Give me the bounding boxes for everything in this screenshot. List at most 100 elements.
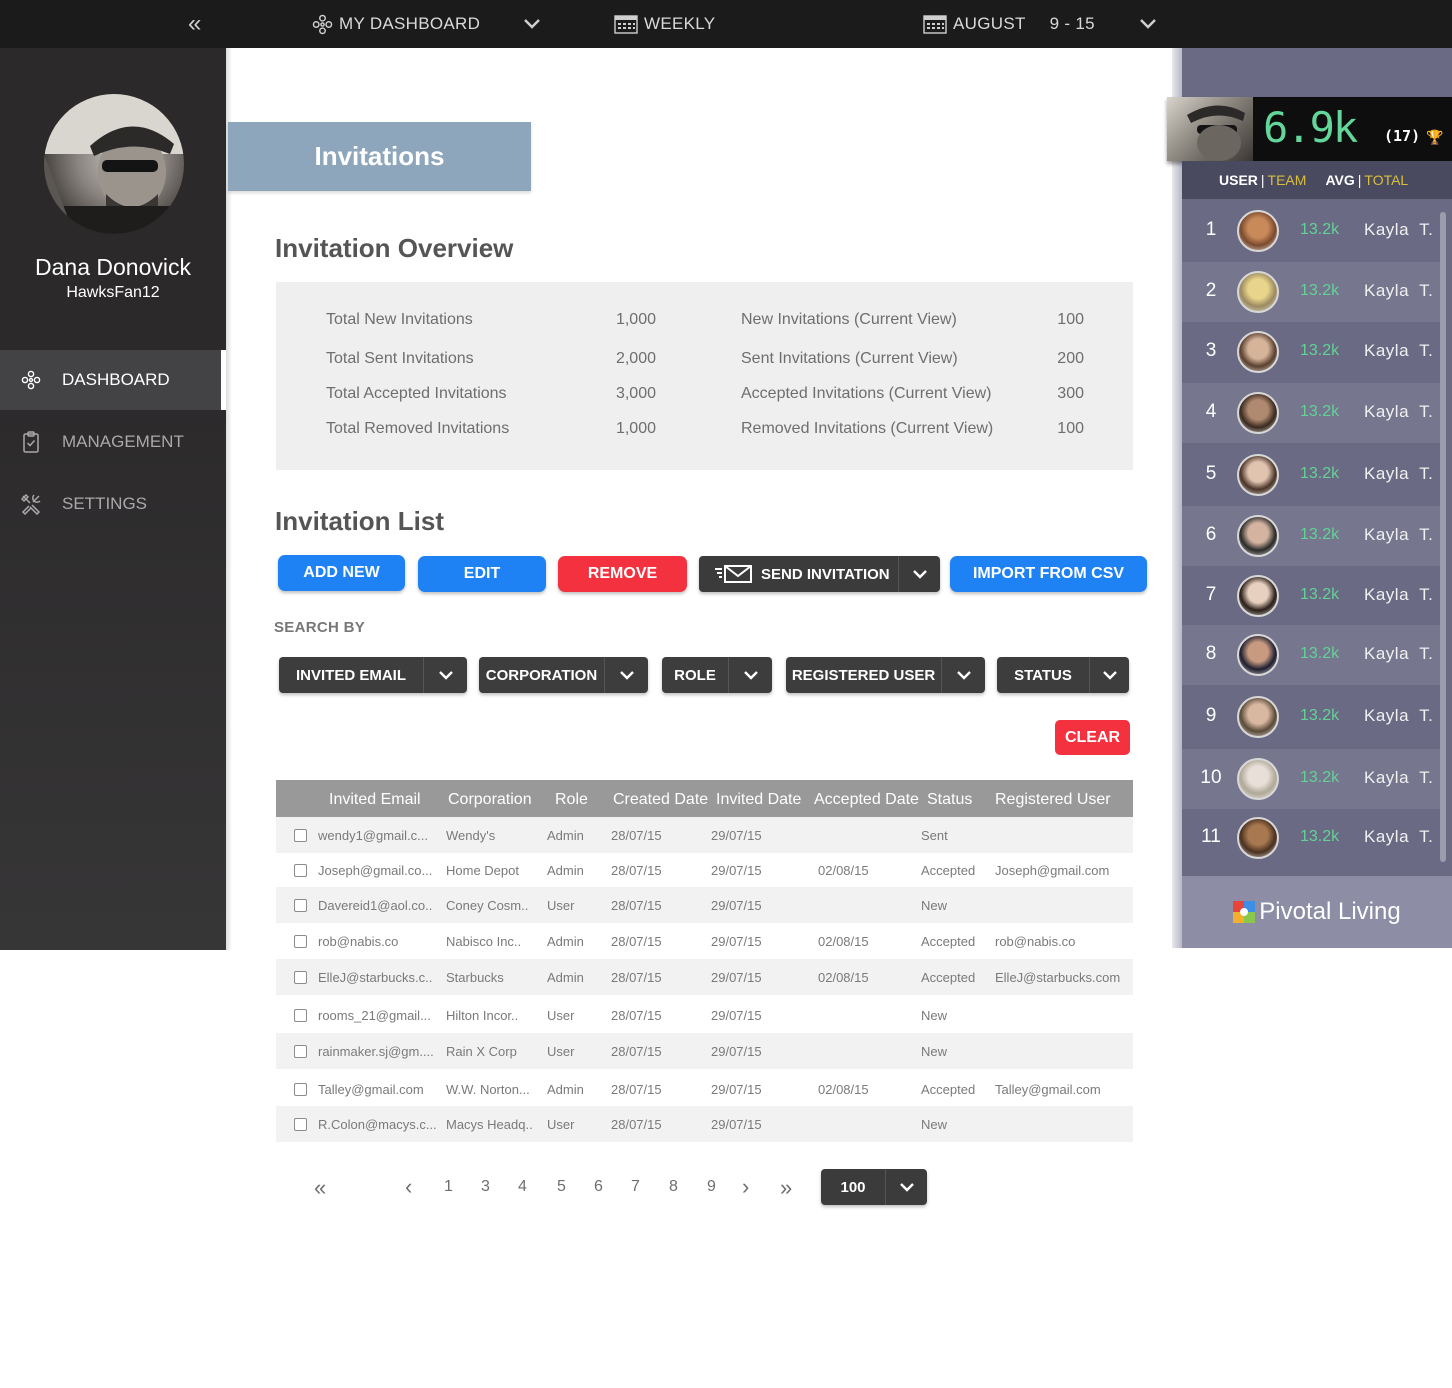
nav-item-dashboard[interactable]: DASHBOARD: [0, 350, 226, 410]
table-cell: 29/07/15: [711, 1117, 762, 1132]
table-row[interactable]: rooms_21@gmail... Hilton Incor.. User 28/07…: [276, 997, 1133, 1033]
send-invitation-label: SEND INVITATION: [761, 565, 890, 583]
column-header[interactable]: Registered User: [995, 791, 1111, 809]
avatar: [1237, 634, 1279, 676]
leaderboard-row[interactable]: 1 13.2k Kayla T.: [1182, 201, 1440, 261]
toggle-team[interactable]: TEAM: [1268, 172, 1307, 188]
date-range-selector[interactable]: AUGUST 9 - 15: [923, 0, 1095, 48]
page-link[interactable]: 4: [518, 1178, 527, 1196]
leaderboard-rank: 3: [1205, 340, 1217, 361]
send-invitation-dropdown[interactable]: [898, 556, 940, 592]
edit-button[interactable]: EDIT: [418, 556, 546, 592]
page-link[interactable]: 8: [669, 1178, 678, 1196]
overview-panel: Total New Invitations 1,000 Total Sent I…: [276, 282, 1133, 470]
table-row[interactable]: Joseph@gmail.co... Home Depot Admin 28/07/1…: [276, 852, 1133, 888]
column-header[interactable]: Invited Email: [329, 791, 421, 809]
row-checkbox[interactable]: [294, 1083, 307, 1096]
leaderboard-row[interactable]: 2 13.2k Kayla T.: [1182, 262, 1440, 322]
row-checkbox[interactable]: [294, 971, 307, 984]
weekly-selector[interactable]: WEEKLY: [614, 0, 715, 48]
table-cell: Joseph@gmail.co...: [318, 863, 433, 878]
table-row[interactable]: rob@nabis.co Nabisco Inc.. Admin 28/07/15 29…: [276, 923, 1133, 959]
toggle-total[interactable]: TOTAL: [1364, 172, 1408, 188]
row-checkbox[interactable]: [294, 935, 307, 948]
leaderboard-name: Kayla T.: [1364, 525, 1434, 544]
leaderboard-row[interactable]: 6 13.2k Kayla T.: [1182, 506, 1440, 566]
page-link[interactable]: 3: [481, 1178, 490, 1196]
per-page-select[interactable]: 100: [821, 1169, 927, 1205]
filter-corporation[interactable]: CORPORATION: [479, 657, 648, 693]
month-label: AUGUST: [953, 14, 1026, 33]
remove-button[interactable]: REMOVE: [558, 556, 687, 592]
filter-role[interactable]: ROLE: [662, 657, 772, 693]
import-csv-button[interactable]: IMPORT FROM CSV: [950, 556, 1147, 592]
page-link[interactable]: 9: [707, 1178, 716, 1196]
date-range-dropdown[interactable]: [1139, 0, 1163, 48]
toggle-avg[interactable]: AVG: [1325, 172, 1354, 188]
dashboard-dropdown[interactable]: [523, 0, 547, 48]
list-title: Invitation List: [275, 506, 444, 536]
page-link[interactable]: 5: [557, 1178, 566, 1196]
table-row[interactable]: ElleJ@starbucks.c.. Starbucks Admin 28/07/1…: [276, 959, 1133, 995]
row-checkbox[interactable]: [294, 829, 307, 842]
filter-invited-email[interactable]: INVITED EMAIL: [279, 657, 467, 693]
leaderboard-row[interactable]: 4 13.2k Kayla T.: [1182, 383, 1440, 443]
leaderboard-row[interactable]: 9 13.2k Kayla T.: [1182, 687, 1440, 747]
overview-label: Total New Invitations: [326, 311, 473, 328]
double-chevron-left-icon[interactable]: «: [314, 1175, 326, 1201]
filter-registered-user[interactable]: REGISTERED USER: [786, 657, 985, 693]
filter-label: REGISTERED USER: [791, 666, 936, 684]
page-link[interactable]: 7: [631, 1178, 640, 1196]
filter-label: STATUS: [1014, 666, 1072, 684]
table-row[interactable]: Talley@gmail.com W.W. Norton... Admin 28/07…: [276, 1071, 1133, 1107]
pivotal-logo-icon: [1233, 901, 1256, 923]
leaderboard-rank: 7: [1205, 584, 1217, 605]
collapse-sidebar-button[interactable]: «: [188, 0, 202, 48]
add-new-button[interactable]: ADD NEW: [278, 555, 405, 591]
table-cell: Accepted: [921, 1082, 976, 1097]
send-invitation-button[interactable]: SEND INVITATION: [699, 556, 940, 592]
row-checkbox[interactable]: [294, 899, 307, 912]
clear-button[interactable]: CLEAR: [1055, 720, 1130, 755]
leaderboard-row[interactable]: 7 13.2k Kayla T.: [1182, 566, 1440, 626]
row-checkbox[interactable]: [294, 1045, 307, 1058]
nav-item-management[interactable]: MANAGEMENT: [0, 412, 226, 472]
toggle-user[interactable]: USER: [1219, 172, 1258, 188]
avatar[interactable]: [44, 94, 184, 234]
table-row[interactable]: R.Colon@macys.c... Macys Headq.. User 28/07…: [276, 1106, 1133, 1142]
dashboard-selector[interactable]: MY DASHBOARD: [312, 0, 480, 48]
chevron-left-icon[interactable]: ‹: [405, 1174, 412, 1200]
row-checkbox[interactable]: [294, 1118, 307, 1131]
table-cell: 29/07/15: [711, 863, 762, 878]
chevron-right-icon[interactable]: ›: [742, 1174, 749, 1200]
leaderboard-row[interactable]: 11 13.2k Kayla T.: [1182, 808, 1440, 868]
page-link[interactable]: 1: [444, 1178, 453, 1196]
column-header[interactable]: Role: [555, 791, 588, 809]
page-link[interactable]: 6: [594, 1178, 603, 1196]
filter-label: ROLE: [674, 666, 716, 684]
column-header[interactable]: Created Date: [613, 791, 708, 809]
filter-status[interactable]: STATUS: [997, 657, 1129, 693]
table-cell: New: [921, 1008, 948, 1023]
table-cell: 29/07/15: [711, 1044, 762, 1059]
column-header[interactable]: Invited Date: [716, 791, 801, 809]
table-row[interactable]: wendy1@gmail.c... Wendy's Admin 28/07/15 29/…: [276, 817, 1133, 853]
table-cell: User: [547, 898, 575, 913]
column-header[interactable]: Corporation: [448, 791, 532, 809]
chevron-down-icon: [941, 657, 985, 693]
trophy-icon: 🏆: [1426, 129, 1444, 145]
leaderboard-row[interactable]: 5 13.2k Kayla T.: [1182, 445, 1440, 505]
avatar: [1237, 331, 1279, 373]
leaderboard-row[interactable]: 10 13.2k Kayla T.: [1182, 749, 1440, 809]
row-checkbox[interactable]: [294, 864, 307, 877]
column-header[interactable]: Status: [927, 791, 972, 809]
nav-item-settings[interactable]: SETTINGS: [0, 474, 226, 534]
table-row[interactable]: Davereid1@aol.co.. Coney Cosm.. User 28/07/…: [276, 887, 1133, 923]
leaderboard-row[interactable]: 8 13.2k Kayla T.: [1182, 625, 1440, 685]
double-chevron-right-icon[interactable]: »: [780, 1175, 792, 1201]
leaderboard-scrollbar[interactable]: [1440, 212, 1446, 862]
leaderboard-row[interactable]: 3 13.2k Kayla T.: [1182, 322, 1440, 382]
row-checkbox[interactable]: [294, 1009, 307, 1022]
table-row[interactable]: rainmaker.sj@gm.... Rain X Corp User 28/07/…: [276, 1033, 1133, 1069]
column-header[interactable]: Accepted Date: [814, 791, 919, 809]
